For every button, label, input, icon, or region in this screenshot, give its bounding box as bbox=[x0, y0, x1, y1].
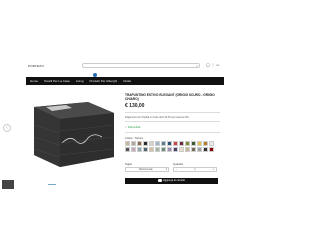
color-swatch[interactable] bbox=[131, 147, 136, 152]
gallery-thumbnails bbox=[0, 180, 120, 190]
product-price: € 130,00 bbox=[125, 103, 145, 109]
color-swatch[interactable] bbox=[185, 147, 190, 152]
stock-status: ✓ Disponibile bbox=[125, 126, 141, 129]
nav-item-outlet[interactable]: Outlet bbox=[123, 79, 131, 83]
color-label: Colore : Tortora bbox=[125, 137, 143, 140]
color-swatch[interactable] bbox=[167, 141, 172, 146]
header: PORTEXO ⌕ ◯♡▭ bbox=[0, 0, 250, 72]
color-swatch[interactable] bbox=[137, 147, 142, 152]
quantity-value[interactable]: 1 bbox=[194, 168, 195, 171]
color-swatch[interactable] bbox=[125, 147, 130, 152]
nav-item-tessili[interactable]: Tessili Per La Casa bbox=[44, 79, 70, 83]
divider bbox=[125, 132, 220, 133]
color-swatch[interactable] bbox=[197, 147, 202, 152]
site-logo[interactable]: PORTEXO bbox=[28, 64, 44, 68]
quantity-stepper[interactable]: − 1 + bbox=[173, 167, 217, 172]
color-swatch[interactable] bbox=[185, 141, 190, 146]
color-swatch[interactable] bbox=[137, 141, 142, 146]
thumbnail[interactable] bbox=[2, 180, 14, 189]
search-input[interactable]: ⌕ bbox=[82, 63, 200, 68]
product-image[interactable] bbox=[26, 95, 120, 175]
add-to-cart-button[interactable]: Aggiungi al carrello bbox=[125, 178, 218, 184]
main-nav: Home Tessili Per La Casa Living Prodotti… bbox=[26, 77, 224, 85]
size-select-value: Matrimoniale bbox=[139, 168, 153, 171]
gallery-prev-button[interactable]: ‹ bbox=[3, 124, 11, 132]
quantity-label: Quantità bbox=[173, 163, 183, 166]
color-swatch[interactable] bbox=[149, 147, 154, 152]
color-swatch[interactable] bbox=[155, 141, 160, 146]
color-swatch[interactable] bbox=[209, 147, 214, 152]
color-swatch[interactable] bbox=[143, 147, 148, 152]
color-swatch[interactable] bbox=[179, 141, 184, 146]
color-swatch[interactable] bbox=[173, 141, 178, 146]
user-icons: ◯♡▭ bbox=[206, 63, 221, 67]
cart-icon bbox=[157, 178, 162, 182]
size-select[interactable]: Matrimoniale ▾ bbox=[125, 167, 169, 172]
color-swatch[interactable] bbox=[155, 147, 160, 152]
divider bbox=[125, 121, 220, 122]
color-swatch[interactable] bbox=[203, 147, 208, 152]
search-icon[interactable]: ⌕ bbox=[196, 64, 198, 68]
color-swatch[interactable] bbox=[197, 141, 202, 146]
color-swatch[interactable] bbox=[143, 141, 148, 146]
quilt-image bbox=[33, 102, 115, 167]
color-swatch[interactable] bbox=[173, 147, 178, 152]
color-swatch[interactable] bbox=[125, 141, 130, 146]
color-swatch[interactable] bbox=[179, 147, 184, 152]
nav-item-alberghi[interactable]: Prodotti Per Alberghi bbox=[90, 79, 118, 83]
color-swatch[interactable] bbox=[191, 141, 196, 146]
plus-button[interactable]: + bbox=[213, 168, 214, 171]
payment-info: Pagamenti con PayPal in 3 rate da € 43,3… bbox=[125, 116, 190, 119]
color-swatch[interactable] bbox=[161, 141, 166, 146]
add-to-cart-label: Aggiungi al carrello bbox=[162, 179, 186, 182]
color-swatch[interactable] bbox=[149, 141, 154, 146]
color-swatch[interactable] bbox=[191, 147, 196, 152]
minus-button[interactable]: − bbox=[176, 168, 177, 171]
nav-item-living[interactable]: Living bbox=[76, 79, 84, 83]
cart-icon[interactable]: ▭ bbox=[216, 63, 221, 67]
chevron-down-icon: ▾ bbox=[165, 168, 167, 171]
nav-item-home[interactable]: Home bbox=[30, 79, 38, 83]
color-swatch[interactable] bbox=[131, 141, 136, 146]
color-swatch[interactable] bbox=[161, 147, 166, 152]
product-title: TRAPUNTINO ESTIVO ELEGANT (GRIGIO SCURO … bbox=[125, 93, 215, 102]
color-swatch[interactable] bbox=[203, 141, 208, 146]
size-label: Taglia bbox=[125, 163, 132, 166]
color-swatch[interactable] bbox=[167, 147, 172, 152]
divider bbox=[125, 112, 220, 113]
thumbnail-indicator[interactable] bbox=[48, 184, 56, 185]
color-swatch[interactable] bbox=[209, 141, 214, 146]
